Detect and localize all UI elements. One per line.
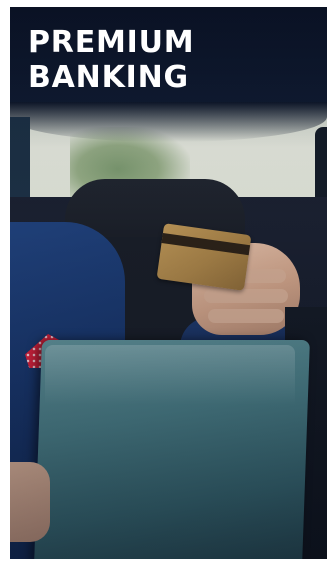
headline-line-2: BANKING bbox=[28, 60, 189, 95]
banner-headline: PREMIUM BANKING bbox=[28, 25, 194, 95]
headline-line-1: PREMIUM bbox=[28, 25, 195, 60]
premium-banking-banner[interactable]: PREMIUM BANKING bbox=[10, 7, 327, 559]
